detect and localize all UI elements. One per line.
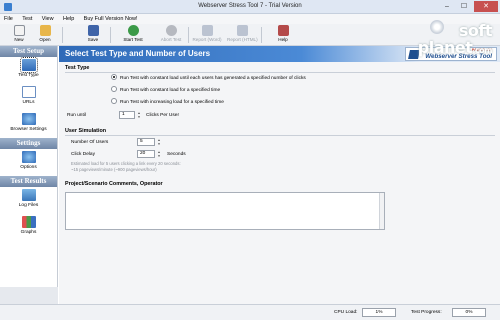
nav-item-options[interactable]: Options (0, 149, 57, 176)
report-html-icon (236, 25, 248, 36)
title-bar: Webserver Stress Tool 7 - Trial Version … (0, 0, 500, 14)
number-of-users-label: Number Of Users (71, 140, 109, 145)
run-until-unit: Clicks Per User (146, 113, 180, 118)
report-word-icon (201, 25, 213, 36)
user-simulation-section: User Simulation (65, 128, 495, 136)
estimated-load-note: Estimated load for 5 users clicking a li… (71, 161, 181, 172)
comments-scrollbar[interactable] (379, 193, 384, 229)
main-panel: Select Test Type and Number of Users PAE… (59, 46, 500, 304)
graphs-icon (21, 216, 36, 228)
start-test-button[interactable]: Start Test (118, 25, 148, 45)
left-navigation: Test Setup Test Type URLs Browser Settin… (0, 46, 58, 304)
nav-header-settings: Settings (0, 138, 57, 149)
nav-empty-area (0, 287, 58, 304)
window-title: Webserver Stress Tool 7 - Trial Version (198, 3, 302, 9)
test-type-section: Test Type (65, 65, 495, 73)
nav-item-urls[interactable]: URLs (0, 84, 57, 111)
help-icon (277, 25, 289, 36)
option-constant-load-time[interactable]: Run Test with constant load for a specif… (111, 86, 220, 93)
new-icon (13, 25, 25, 36)
nav-header-test-results: Test Results (0, 176, 57, 187)
status-bar: CPU Load: 1% Test Progress: 0% (0, 304, 500, 320)
close-button[interactable]: ✕ (474, 1, 498, 12)
user-simulation-heading: User Simulation (65, 128, 107, 134)
menu-file[interactable]: File (0, 14, 17, 22)
number-of-users-spinner[interactable]: 5 (137, 138, 161, 146)
menu-help[interactable]: Help (59, 14, 78, 22)
toolbar-separator (188, 27, 189, 43)
option-increasing-load-time[interactable]: Run Test with increasing load for a spec… (111, 98, 224, 105)
toolbar-separator (62, 27, 63, 43)
browser-icon (21, 113, 36, 125)
option-constant-load-clicks[interactable]: Run Test with constant load until each u… (111, 74, 306, 81)
report-word-button[interactable]: Report (Word) (192, 25, 222, 45)
test-type-heading: Test Type (65, 65, 90, 71)
abort-test-icon (165, 25, 177, 36)
nav-item-graphs[interactable]: Graphs (0, 214, 57, 241)
abort-test-button[interactable]: Abort Test (156, 25, 186, 45)
click-delay-spinner[interactable]: 20 (137, 150, 161, 158)
log-files-icon (21, 189, 36, 201)
report-html-button[interactable]: Report (HTML) (227, 25, 258, 45)
nav-item-log-files[interactable]: Log Files (0, 187, 57, 214)
run-until-spinner[interactable]: 1 (119, 111, 141, 119)
test-type-icon (19, 57, 38, 73)
run-until-label: Run until (67, 113, 86, 118)
comments-textarea[interactable] (65, 192, 385, 230)
toolbar-separator (261, 27, 262, 43)
test-progress-label: Test Progress: (411, 310, 442, 315)
open-icon (39, 25, 51, 36)
watermark-globe-icon (430, 20, 444, 34)
nav-item-browser-settings[interactable]: Browser Settings (0, 111, 57, 138)
cpu-load-value: 1% (362, 308, 396, 317)
start-test-icon (127, 25, 139, 36)
page-title: Select Test Type and Number of Users (65, 49, 211, 58)
url-icon (21, 86, 36, 98)
minimize-button[interactable]: ‒ (439, 1, 455, 12)
save-icon (87, 25, 99, 36)
click-delay-unit: Seconds (167, 152, 186, 157)
toolbar-separator (110, 27, 111, 43)
nav-header-test-setup: Test Setup (0, 46, 57, 57)
menu-test[interactable]: Test (18, 14, 36, 22)
options-icon (21, 151, 36, 163)
comments-heading: Project/Scenario Comments, Operator (65, 181, 163, 187)
menu-buy-full-version[interactable]: Buy Full Version Now! (80, 14, 142, 22)
nav-item-test-type[interactable]: Test Type (0, 57, 57, 84)
divider (65, 135, 495, 136)
open-button[interactable]: Open (30, 25, 60, 45)
cpu-load-label: CPU Load: (334, 310, 358, 315)
comments-section: Project/Scenario Comments, Operator (65, 181, 495, 187)
test-progress-value: 0% (452, 308, 486, 317)
softplanet-watermark: soft planet.com (417, 20, 493, 57)
click-delay-label: Click Delay (71, 152, 95, 157)
maximize-button[interactable]: ☐ (456, 1, 472, 12)
save-button[interactable]: Save (78, 25, 108, 45)
help-button[interactable]: Help (268, 25, 298, 45)
menu-view[interactable]: View (38, 14, 58, 22)
divider (65, 72, 495, 73)
